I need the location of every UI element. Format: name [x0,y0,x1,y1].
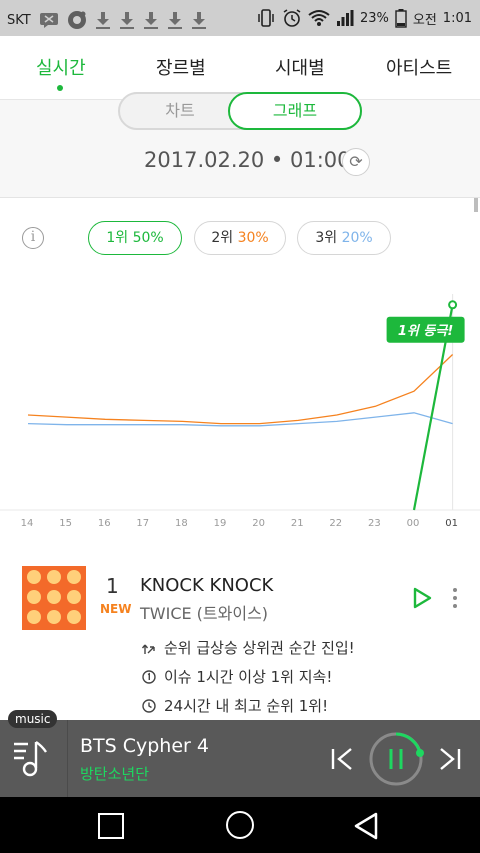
status-bar: SKT 23% 오전 1:01 [0,0,480,36]
x-tick-label: 16 [98,518,111,529]
now-playing-artist[interactable]: 방탄소년단 [80,763,149,784]
chart-header: 차트 그래프 2017.02.20 • 01:00 ⟳ [0,92,480,198]
music-app-icon [67,11,86,29]
active-tab-indicator [57,85,63,91]
rank-graph: 1위 등극! 14 15 16 17 18 19 20 21 22 23 00 01 [0,294,480,529]
message-icon [39,13,58,28]
tab-era[interactable]: 시대별 [275,54,325,80]
song-artist[interactable]: TWICE (트와이스) [140,600,268,624]
song-note-text: 순위 급상승 상위권 순간 진입! [164,639,355,657]
new-badge: NEW [100,602,132,616]
info-icon[interactable]: i [22,227,44,249]
song-note: 24시간 내 최고 순위 1위! [142,695,328,716]
tab-realtime[interactable]: 실시간 [36,54,86,80]
time-ampm: 오전 [412,12,437,28]
download-icon [119,11,135,29]
x-tick-label: 01 [445,518,458,529]
battery-percent: 23% [359,10,389,26]
battery-icon [395,9,407,28]
pause-icon[interactable] [368,731,424,787]
legend-rank: 1위 [106,230,129,246]
legend-pill-rank1[interactable]: 1위 50% [88,221,182,255]
alarm-icon [283,9,301,27]
more-options-icon[interactable] [450,586,460,612]
view-toggle: 차트 그래프 [118,92,362,130]
music-tag: music [8,710,58,728]
next-track-icon[interactable] [438,746,462,772]
song-title[interactable]: KNOCK KNOCK [140,575,273,596]
x-tick-label: 18 [175,518,188,529]
x-tick-label: 21 [291,518,304,529]
recent-apps-icon[interactable] [98,813,124,839]
now-playing-title[interactable]: BTS Cypher 4 [80,735,209,757]
legend-pill-rank2[interactable]: 2위 30% [194,221,286,255]
scrollbar[interactable] [474,198,478,212]
download-icon [191,11,207,29]
back-icon[interactable] [352,811,380,841]
x-tick-label: 17 [136,518,149,529]
legend-pct: 30% [237,230,269,246]
x-tick-label: 14 [21,518,34,529]
toggle-graph-button[interactable]: 그래프 [228,92,362,130]
clock-icon [142,698,156,713]
player-divider [67,720,68,797]
playlist-icon[interactable] [10,736,54,780]
legend-rank: 2위 [211,230,234,246]
legend-pct: 20% [341,230,373,246]
song-rank: 1 [106,574,119,598]
signal-icon [336,10,354,26]
song-note: 이슈 1시간 이상 1위 지속! [142,666,332,687]
callout-label: 1위 등극! [398,324,453,339]
wifi-icon [308,10,330,26]
previous-track-icon[interactable] [330,746,354,772]
x-tick-label: 20 [252,518,265,529]
download-icon [143,11,159,29]
home-icon[interactable] [226,811,254,839]
carrier-label: SKT [7,12,31,28]
download-icon [167,11,183,29]
time-clock: 1:01 [442,10,472,26]
top-tab-bar: 실시간 장르별 시대별 아티스트 [0,36,480,100]
refresh-icon[interactable]: ⟳ [342,148,370,176]
play-icon[interactable] [410,586,434,610]
chart-datetime: 2017.02.20 • 01:00 [144,148,351,172]
song-note-text: 24시간 내 최고 순위 1위! [164,697,329,715]
song-note-text: 이슈 1시간 이상 1위 지속! [164,668,333,686]
x-tick-label: 19 [214,518,227,529]
x-tick-label: 15 [59,518,72,529]
x-tick-label: 22 [329,518,342,529]
rank1-endpoint [448,300,458,310]
vibrate-icon [258,9,274,27]
x-tick-label: 00 [407,518,420,529]
x-tick-label: 23 [368,518,381,529]
series-line-2 [27,354,454,425]
tab-artist[interactable]: 아티스트 [386,54,452,80]
rank-up-icon [142,644,155,654]
song-note: 순위 급상승 상위권 순간 진입! [142,637,355,658]
first-place-hold-icon [142,669,156,684]
album-art[interactable] [22,566,86,630]
legend-pill-rank3[interactable]: 3위 20% [297,221,391,255]
toggle-chart-button[interactable]: 차트 [120,94,240,128]
legend-pct: 50% [132,230,164,246]
download-icon [95,11,111,29]
legend-rank: 3위 [315,230,338,246]
tab-genre[interactable]: 장르별 [156,54,206,80]
